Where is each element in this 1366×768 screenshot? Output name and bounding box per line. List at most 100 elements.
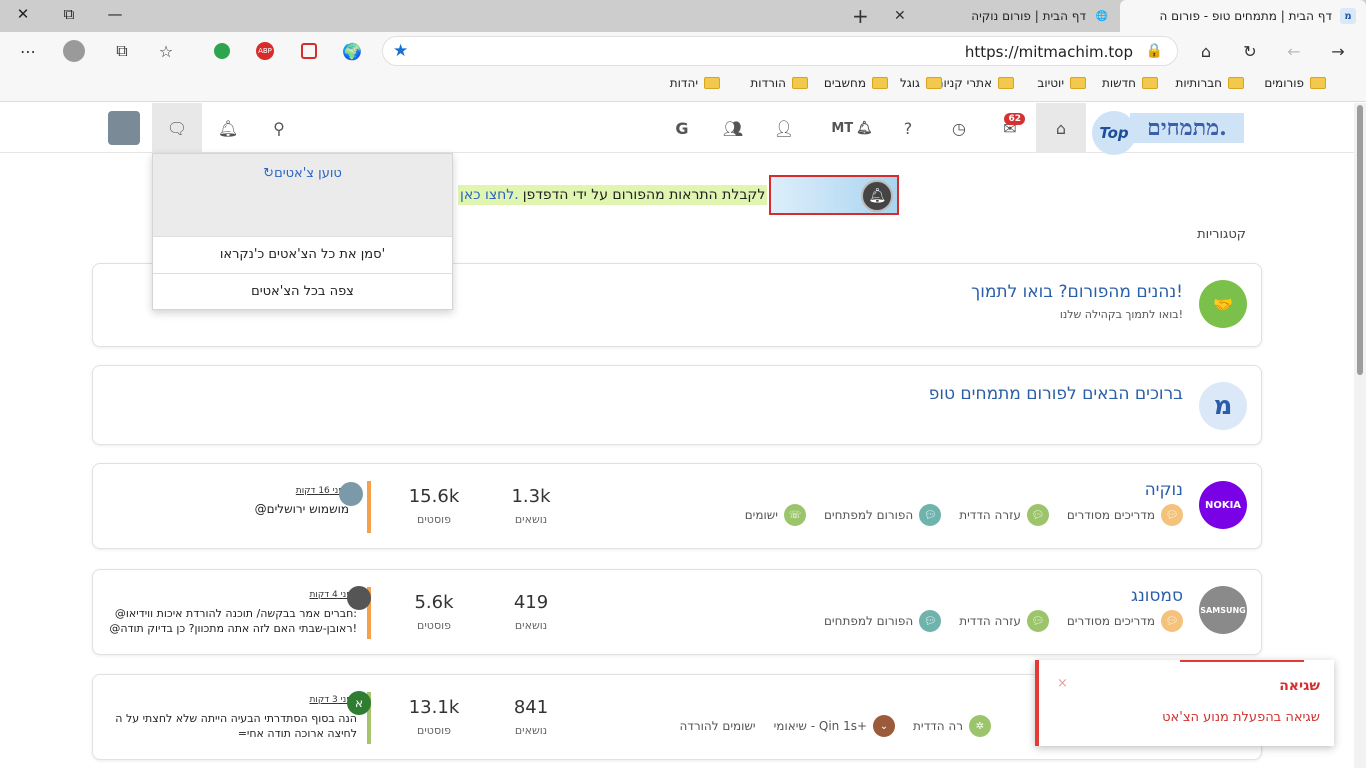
category-title[interactable]: נוקיה: [1145, 480, 1183, 500]
tab-nokia[interactable]: 🌐 דף הבית | פורום נוקיה ✕: [884, 0, 1120, 32]
new-tab-button[interactable]: +: [852, 4, 869, 28]
poster-avatar[interactable]: א: [347, 691, 371, 715]
welcome-card[interactable]: מ ברוכים הבאים לפורום מתמחים טופ: [92, 365, 1262, 445]
nokia-logo-icon: NOKIA: [1199, 481, 1247, 529]
bookmark-folder[interactable]: חברותיות: [1175, 76, 1244, 90]
site-logo[interactable]: מתמחים. Top: [1090, 109, 1250, 155]
google-nav-icon[interactable]: G: [657, 103, 707, 153]
bookmark-folder[interactable]: מחשבים: [824, 76, 888, 90]
favorites-icon[interactable]: ☆: [154, 40, 178, 62]
nokia-card[interactable]: NOKIA נוקיה 💬︎ מדריכים מסודרים 💬︎ עזרה הדד…: [92, 463, 1262, 549]
home-nav-icon[interactable]: ⌂: [1036, 103, 1086, 153]
notice-text: לקבלת התראות מהפורום על ידי הדפדפן: [520, 185, 768, 205]
page-scrollbar[interactable]: [1354, 103, 1366, 768]
user-icon[interactable]: 👤︎: [759, 103, 809, 153]
nokia-favicon-icon: 🌐: [1095, 10, 1109, 22]
handshake-icon: 🤝: [1199, 280, 1247, 328]
lock-icon[interactable]: 🔒: [1146, 43, 1163, 59]
pocket-icon[interactable]: [297, 40, 321, 62]
globe-extension-icon[interactable]: 🌍: [340, 40, 364, 62]
bookmark-folder[interactable]: הורדות: [750, 76, 808, 90]
last-post-time[interactable]: לפני 3 דקות: [109, 695, 357, 705]
last-post[interactable]: לפני 16 דקות @מושמוש ירושלים: [109, 482, 363, 517]
subforum-link[interactable]: ⌄ שיאומי - Qin 1s+: [774, 715, 896, 737]
window-close-button[interactable]: ✕: [0, 0, 46, 28]
window-restore-button[interactable]: ⧉: [46, 0, 92, 28]
mark-all-read-button[interactable]: סמן את כל הצ'אטים כ'נקראו': [153, 236, 452, 273]
last-post-time[interactable]: לפני 4 דקות: [109, 590, 357, 600]
subforum-label: הפורום למפתחים: [823, 508, 914, 522]
category-title[interactable]: ברוכים הבאים לפורום מתמחים טופ: [929, 384, 1183, 404]
error-toast: × שגיאה שגיאה בהפעלת מנוע הצ'אט: [1035, 660, 1334, 746]
bookmark-folder[interactable]: גוגל: [900, 76, 942, 90]
users-group-icon[interactable]: 👥︎: [708, 103, 758, 153]
poster-avatar[interactable]: [339, 482, 363, 506]
subforum-link[interactable]: 💬︎ עזרה הדדית: [959, 610, 1049, 632]
recent-clock-icon[interactable]: ◷: [934, 103, 984, 153]
favorite-star-icon[interactable]: ★: [393, 41, 408, 61]
forward-icon[interactable]: ←: [1282, 40, 1306, 62]
more-menu-icon[interactable]: ⋯: [16, 40, 40, 62]
back-icon[interactable]: →: [1326, 40, 1350, 62]
last-post[interactable]: א לפני 3 דקות הנה בסוף הסתדרתי הבעיה היי…: [109, 691, 371, 741]
tab-close-icon[interactable]: ✕: [894, 8, 906, 24]
refresh-icon[interactable]: ↻: [1238, 40, 1262, 62]
bookmark-label: חדשות: [1101, 76, 1136, 90]
bookmark-folder[interactable]: אתרי קניות: [936, 76, 1014, 90]
user-avatar[interactable]: [108, 111, 140, 145]
url-text[interactable]: https://mitmachim.top: [965, 43, 1133, 61]
bookmark-folder[interactable]: פורומים: [1264, 76, 1326, 90]
home-browser-icon[interactable]: ⌂: [1194, 40, 1218, 62]
last-post-text[interactable]: @מושמוש ירושלים: [109, 502, 349, 517]
tab-mitmachim[interactable]: מ דף הבית | מתמחים טופ - פורום ה: [1120, 0, 1366, 32]
notice-click-link[interactable]: לחצו כאן.: [458, 185, 521, 205]
poster-avatar[interactable]: [347, 586, 371, 610]
categories-heading: קטגוריות: [1197, 227, 1246, 242]
search-icon[interactable]: ⚲: [254, 103, 304, 153]
help-question-icon[interactable]: ?: [883, 103, 933, 153]
samsung-logo-icon: SAMSUNG: [1199, 586, 1247, 634]
bookmark-folder[interactable]: חדשות: [1102, 76, 1158, 90]
mitmachim-logo-icon: מ: [1199, 382, 1247, 430]
logo-text: מתמחים.: [1130, 113, 1244, 143]
last-post-text[interactable]: הנה בסוף הסתדרתי הבעיה הייתה שלא לחצתי ע…: [109, 711, 357, 741]
samsung-card[interactable]: SAMSUNG סמסונג 💬︎ מדריכים מסודרים 💬︎ עזרה …: [92, 569, 1262, 655]
subforum-link[interactable]: 💬︎ הפורום למפתחים: [824, 610, 942, 632]
subforum-link[interactable]: ✲ רה הדדית: [913, 715, 991, 737]
chat-bubble-icon[interactable]: 🗨︎: [152, 103, 202, 153]
toast-close-icon[interactable]: ×: [1057, 676, 1068, 691]
notifications-bell-icon[interactable]: 🔔︎: [203, 103, 253, 153]
subforum-link[interactable]: ☏ ישומים: [745, 504, 806, 526]
posts-label: פוסטים: [417, 724, 451, 737]
subforum-label: עזרה הדדית: [959, 508, 1021, 522]
last-post-text[interactable]: @חברים אמר בבקשה/ תוכנה להורדת איכות ווי…: [109, 606, 357, 636]
view-all-chats-button[interactable]: צפה בכל הצ'אטים: [153, 273, 452, 310]
toast-progress-line: [1180, 660, 1304, 662]
bookmark-folder[interactable]: יוטיוב: [1037, 76, 1086, 90]
subforum-link[interactable]: 💬︎ עזרה הדדית: [959, 504, 1049, 526]
inbox-nav-icon[interactable]: ✉ 62: [985, 103, 1035, 153]
notice-banner-image[interactable]: 🔔︎: [769, 175, 900, 215]
chevron-down-icon: ⌄: [873, 715, 896, 737]
subforum-link[interactable]: 💬︎ מדריכים מסודרים: [1067, 504, 1183, 526]
category-title[interactable]: נהנים מהפורום? בואו לתמוך!: [971, 282, 1183, 302]
last-post[interactable]: לפני 4 דקות @חברים אמר בבקשה/ תוכנה להור…: [109, 586, 371, 636]
collections-icon[interactable]: ⧉: [110, 40, 134, 62]
window-minimize-button[interactable]: —: [92, 0, 138, 28]
folder-icon: [704, 77, 720, 89]
extension-green-icon[interactable]: [210, 40, 234, 62]
subforum-link[interactable]: 💬︎ מדריכים מסודרים: [1067, 610, 1183, 632]
adblock-icon[interactable]: ABP: [253, 40, 277, 62]
comment-icon: 💬︎: [1026, 610, 1049, 632]
last-post-time[interactable]: לפני 16 דקות: [109, 486, 349, 496]
subforum-link[interactable]: 💬︎ הפורום למפתחים: [823, 504, 942, 526]
profile-icon[interactable]: [62, 40, 86, 62]
subforum-link[interactable]: ישומים להורדה: [679, 719, 755, 733]
bookmark-folder[interactable]: יהדות: [670, 76, 720, 90]
category-title[interactable]: סמסונג: [1131, 586, 1183, 606]
address-bar[interactable]: ★ https://mitmachim.top 🔒: [382, 36, 1178, 66]
topics-count: 419: [513, 592, 549, 613]
scrollbar-thumb[interactable]: [1357, 105, 1363, 375]
bell-notification-icon: 🔔︎: [861, 180, 894, 212]
mt-notifications-nav[interactable]: MT 🔔︎: [822, 103, 882, 153]
